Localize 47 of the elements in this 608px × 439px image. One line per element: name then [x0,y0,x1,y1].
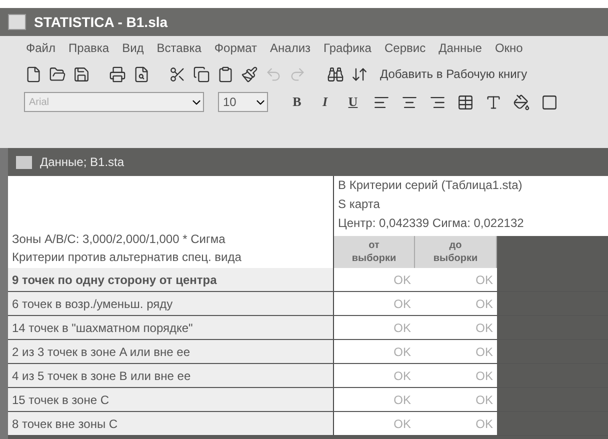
row-label: 14 точек в "шахматном порядке" [8,316,334,339]
table-cell: OK [334,340,415,363]
table-cell: OK [334,292,415,315]
table-cell: OK [415,340,497,363]
menu-item[interactable]: Окно [494,39,523,57]
column-header[interactable]: от выборки [334,236,415,268]
row-label: 2 из 3 точек в зоне A или вне ее [8,340,334,363]
table-cell: OK [415,412,497,435]
row-label: 4 из 5 точек в зоне B или вне ее [8,364,334,387]
table-cell: OK [415,364,497,387]
row-label: 9 точек по одну сторону от центра [8,268,334,291]
header-text: B Критерии серий (Таблица1.sta) [338,177,524,194]
table-cell: OK [415,268,497,291]
underline-button[interactable]: U [342,92,364,112]
italic-button[interactable]: I [314,92,336,112]
row-label: 6 точек в возр./уменьш. ряду [8,292,334,315]
column-header[interactable]: до выборки [415,236,497,268]
data-window-title: Данные; B1.sta [40,154,124,171]
table-cell: OK [415,388,497,411]
header-text: S карта [338,196,381,213]
size-field[interactable]: 10 [218,92,268,112]
bold-button[interactable]: B [286,92,308,112]
menu-item[interactable]: Формат [214,39,258,57]
app-icon [8,14,26,30]
table-cell: OK [334,388,415,411]
menu-item[interactable]: Данные [438,39,482,57]
menu-item[interactable]: Правка [68,39,110,57]
window-title: STATISTICA - B1.sla [34,12,168,32]
header-text: Зоны A/B/C: 3,000/2,000/1,000 * Сигма [12,231,226,248]
header-text: Центр: 0,042339 Сигма: 0,022132 [338,215,525,232]
header-text: Критерии против альтернатив спец. вида [12,249,242,266]
menu-item[interactable]: Графика [324,39,372,57]
table-cell: OK [415,292,497,315]
menu-item[interactable]: Файл [26,39,56,57]
row-label: 15 точек в зоне C [8,388,334,411]
row-label: 8 точек вне зоны C [8,412,334,435]
menu-item[interactable]: Вставка [156,39,202,57]
table-cell: OK [334,316,415,339]
menu-item[interactable]: Вид [122,39,144,57]
menu-item[interactable]: Анализ [270,39,311,57]
table-cell: OK [415,316,497,339]
table-cell: OK [334,412,415,435]
table-cell: OK [334,268,415,291]
sheet-icon [16,156,32,168]
add-to-workbook-button[interactable]: Добавить в Рабочую книгу [380,65,528,83]
table-cell: OK [334,364,415,387]
menu-item[interactable]: Сервис [384,39,426,57]
